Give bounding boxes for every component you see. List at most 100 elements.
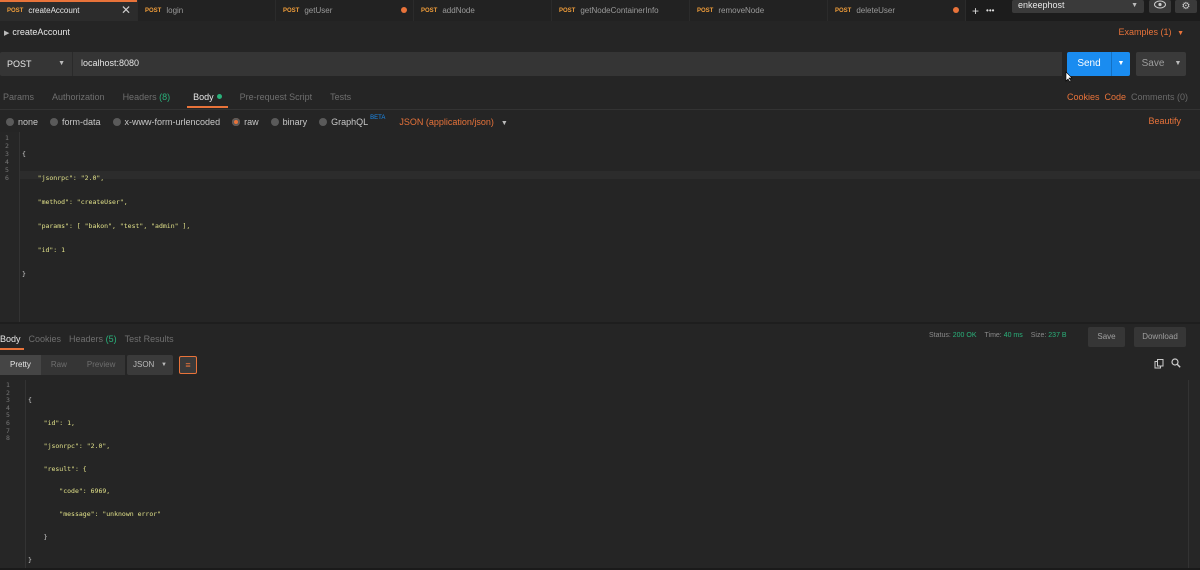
radio-binary[interactable]: binary xyxy=(270,117,307,127)
code-line: "message": "unknown error" xyxy=(28,510,162,519)
headers-count: (8) xyxy=(159,92,171,102)
gear-icon[interactable]: ⚙ xyxy=(1175,0,1197,13)
pane-resize-handle[interactable] xyxy=(0,322,1200,324)
examples-label: Examples (1) xyxy=(1118,27,1172,37)
copy-icon[interactable] xyxy=(1154,359,1164,372)
tab-method: POST xyxy=(145,7,162,14)
tab-pre-request-script[interactable]: Pre-request Script xyxy=(240,89,313,105)
tab-title: getUser xyxy=(304,6,333,15)
tab-authorization[interactable]: Authorization xyxy=(52,89,105,105)
request-tabs: Params Authorization Headers (8) Body Pr… xyxy=(0,89,366,108)
response-body-viewer[interactable]: 1 2 3 4 5 6 7 8 { "id": 1, "jsonrpc": "2… xyxy=(0,380,1200,568)
tab-get-user[interactable]: POST getUser xyxy=(276,0,414,21)
method-select[interactable]: POST ▼ xyxy=(0,52,72,76)
radio-icon xyxy=(319,118,328,126)
tab-response-body[interactable]: Body xyxy=(0,332,23,350)
tab-headers[interactable]: Headers (8) xyxy=(123,89,171,105)
code-link[interactable]: Code xyxy=(1104,92,1126,102)
raw-button[interactable]: Raw xyxy=(40,355,77,375)
request-body-editor[interactable]: 1 2 3 4 5 6 { "jsonrpc": "2.0", "method"… xyxy=(0,132,1200,322)
code-line: } xyxy=(28,532,48,541)
tab-tests[interactable]: Tests xyxy=(330,89,351,105)
radio-urlencoded[interactable]: x-www-form-urlencoded xyxy=(112,117,220,127)
tab-title: getNodeContainerInfo xyxy=(580,6,659,15)
request-name[interactable]: ▶ createAccount xyxy=(4,27,70,37)
radio-form-data[interactable]: form-data xyxy=(50,117,101,127)
chevron-down-icon: ▼ xyxy=(500,120,508,127)
radio-icon xyxy=(270,118,279,126)
line-numbers: 1 2 3 4 5 6 7 8 xyxy=(6,381,10,443)
tab-remove-node[interactable]: POST removeNode xyxy=(690,0,828,21)
line-number: 4 xyxy=(5,158,9,166)
tab-title: removeNode xyxy=(718,6,765,15)
pretty-button[interactable]: Pretty xyxy=(0,355,41,375)
radio-raw[interactable]: raw xyxy=(232,117,259,127)
radio-label: GraphQL xyxy=(331,117,369,127)
tab-params[interactable]: Params xyxy=(3,89,34,105)
tab-response-headers[interactable]: Headers (5) xyxy=(69,332,117,346)
content-type-select[interactable]: JSON (application/json) ▼ xyxy=(399,117,507,127)
tab-body[interactable]: Body xyxy=(187,89,228,108)
line-number: 3 xyxy=(5,150,9,158)
status-value: 200 OK xyxy=(952,332,977,339)
more-tabs-icon[interactable]: ••• xyxy=(986,6,994,15)
add-tab-icon[interactable]: + xyxy=(972,4,979,18)
send-button[interactable]: Send xyxy=(1067,52,1111,76)
send-dropdown-button[interactable]: ▼ xyxy=(1111,52,1130,76)
code-line: { xyxy=(22,150,26,158)
tab-test-results[interactable]: Test Results xyxy=(125,332,174,346)
code-line: "method": "createUser", xyxy=(22,198,128,206)
save-button[interactable]: Save xyxy=(1136,52,1170,76)
cookies-link[interactable]: Cookies xyxy=(1067,92,1100,102)
radio-icon xyxy=(50,118,59,126)
beautify-link[interactable]: Beautify xyxy=(1148,116,1181,126)
examples-dropdown[interactable]: Examples (1) ▼ xyxy=(1119,27,1184,37)
divider xyxy=(0,109,1200,110)
time-label: Time: xyxy=(984,332,1002,339)
chevron-down-icon: ▼ xyxy=(58,60,65,67)
radio-none[interactable]: none xyxy=(6,117,38,127)
code-line: "params": [ "bakon", "test", "admin" ], xyxy=(22,222,191,230)
code-line: } xyxy=(22,270,26,278)
chevron-down-icon: ▼ xyxy=(161,362,167,368)
line-gutter xyxy=(0,132,20,322)
tab-add-node[interactable]: POST addNode xyxy=(414,0,552,21)
wrap-lines-icon[interactable]: ≡ xyxy=(179,356,197,374)
tab-response-cookies[interactable]: Cookies xyxy=(29,332,62,346)
radio-icon xyxy=(6,118,14,126)
tab-delete-user[interactable]: POST deleteUser xyxy=(828,0,966,21)
method-value: POST xyxy=(7,59,32,69)
time-field: Time: 40 ms xyxy=(985,332,1023,339)
url-input[interactable]: localhost:8080 xyxy=(72,52,1062,76)
preview-button[interactable]: Preview xyxy=(76,355,126,375)
tab-method: POST xyxy=(421,7,438,14)
code-line: "jsonrpc": "2.0", xyxy=(28,441,111,450)
save-response-button[interactable]: Save xyxy=(1088,327,1125,347)
eye-icon[interactable] xyxy=(1149,0,1171,13)
radio-icon xyxy=(112,118,121,126)
radio-graphql[interactable]: GraphQL BETA xyxy=(319,115,385,127)
save-dropdown-button[interactable]: ▼ xyxy=(1170,52,1186,76)
response-format-select[interactable]: JSON ▼ xyxy=(127,355,173,375)
download-button[interactable]: Download xyxy=(1134,327,1186,347)
tab-title: addNode xyxy=(442,6,475,15)
tab-create-account[interactable]: POST createAccount ✕ xyxy=(0,0,138,21)
tab-title: login xyxy=(166,6,184,15)
request-body-code: { "jsonrpc": "2.0", "method": "createUse… xyxy=(22,134,190,294)
tab-get-node-container-info[interactable]: POST getNodeContainerInfo xyxy=(552,0,690,21)
tab-headers-label: Headers xyxy=(122,92,157,102)
tab-response-headers-label: Headers xyxy=(69,334,104,344)
line-number: 8 xyxy=(6,434,10,443)
line-gutter xyxy=(0,380,26,568)
search-icon[interactable] xyxy=(1171,358,1181,371)
environment-select[interactable]: enkeephost ▼ xyxy=(1012,0,1144,13)
code-line: "id": 1 xyxy=(22,246,66,254)
response-headers-count: (5) xyxy=(105,334,117,344)
mouse-cursor-icon xyxy=(1065,71,1073,83)
scrollbar[interactable] xyxy=(1188,380,1200,568)
tab-login[interactable]: POST login xyxy=(138,0,276,21)
comments-link[interactable]: Comments (0) xyxy=(1131,92,1188,102)
tab-body-label: Body xyxy=(193,92,214,102)
code-line: "result": { xyxy=(28,464,87,473)
close-icon[interactable]: ✕ xyxy=(121,3,131,17)
